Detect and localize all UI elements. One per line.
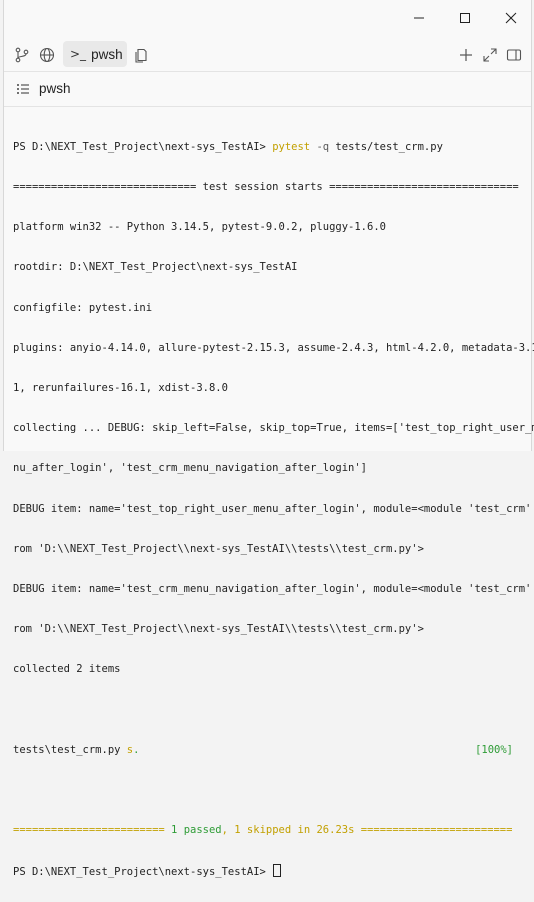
rootdir-line: rootdir: D:\NEXT_Test_Project\next-sys_T… xyxy=(13,261,298,274)
summary-sep: , xyxy=(221,824,235,837)
terminal-output[interactable]: PS D:\NEXT_Test_Project\next-sys_TestAI>… xyxy=(13,114,534,902)
summary-right: ======================== xyxy=(354,824,513,837)
copy-icon xyxy=(135,48,147,63)
debug-item-line-cont: rom 'D:\\NEXT_Test_Project\\next-sys_Tes… xyxy=(13,623,424,636)
minimize-icon xyxy=(414,17,424,19)
tab-pwsh[interactable]: >_ pwsh xyxy=(63,41,127,67)
globe-icon xyxy=(39,47,55,63)
debug-text: DEBUG: skip_left=False, skip_top=True, i… xyxy=(107,422,534,435)
text-cursor xyxy=(273,864,282,878)
minimize-button[interactable] xyxy=(396,0,442,36)
summary-line: ======================== 1 passed, 1 ski… xyxy=(13,824,525,837)
expand-icon xyxy=(483,48,497,62)
close-button[interactable] xyxy=(488,0,534,36)
command-flag: -q xyxy=(310,140,336,153)
result-line: tests\test_crm.py s. [100%] xyxy=(13,744,525,757)
maximize-button[interactable] xyxy=(442,0,488,36)
final-prompt-line[interactable]: PS D:\NEXT_Test_Project\next-sys_TestAI> xyxy=(13,864,525,879)
summary-passed: 1 passed xyxy=(171,824,222,837)
platform-line: platform win32 -- Python 3.14.5, pytest-… xyxy=(13,221,386,234)
command-arg: tests/test_crm.py xyxy=(335,140,443,153)
source-control-icon xyxy=(15,47,29,63)
plugins-line-cont: 1, rerunfailures-16.1, xdist-3.8.0 xyxy=(13,382,228,395)
command-line: PS D:\NEXT_Test_Project\next-sys_TestAI>… xyxy=(13,141,525,154)
plus-icon xyxy=(460,49,472,61)
new-terminal-button[interactable] xyxy=(454,43,478,67)
debug-line-cont: nu_after_login', 'test_crm_menu_navigati… xyxy=(13,462,368,475)
source-control-button[interactable] xyxy=(10,43,34,67)
summary-left: ======================== xyxy=(13,824,172,837)
plugins-line: plugins: anyio-4.14.0, allure-pytest-2.1… xyxy=(13,341,534,354)
debug-item-line-cont: rom 'D:\\NEXT_Test_Project\\next-sys_Tes… xyxy=(13,542,424,555)
expand-button[interactable] xyxy=(478,43,502,67)
configfile-line: configfile: pytest.ini xyxy=(13,301,153,314)
maximize-icon xyxy=(460,13,470,23)
result-percent: [100%] xyxy=(475,743,513,756)
summary-skipped: 1 skipped xyxy=(234,824,292,837)
sidebar-toggle-button[interactable] xyxy=(502,43,526,67)
sidebar-icon xyxy=(506,49,522,61)
tab-label: pwsh xyxy=(91,46,123,62)
final-prompt: PS D:\NEXT_Test_Project\next-sys_TestAI> xyxy=(13,866,273,879)
close-icon xyxy=(505,12,517,24)
web-button[interactable] xyxy=(35,43,59,67)
list-icon xyxy=(17,84,29,94)
terminal-window: >_ pwsh pwsh PS D:\NEXT_Test_Project\nex… xyxy=(3,0,534,878)
terminal-prompt-icon: >_ xyxy=(70,47,87,61)
collecting-label: collecting ... xyxy=(13,422,108,435)
panel-title: pwsh xyxy=(39,81,71,96)
ps-prompt: PS D:\NEXT_Test_Project\next-sys_TestAI> xyxy=(13,140,273,153)
toolbar-divider xyxy=(4,71,531,72)
panel-divider xyxy=(4,106,531,107)
title-bar xyxy=(4,0,531,36)
summary-time: in 26.23s xyxy=(291,824,355,837)
terminal-toolbar: >_ pwsh xyxy=(4,40,531,70)
panel-header: pwsh xyxy=(4,76,531,104)
debug-item-line: DEBUG item: name='test_top_right_user_me… xyxy=(13,502,534,515)
collected-line: collected 2 items xyxy=(13,663,121,676)
session-banner: ============================= test sessi… xyxy=(13,181,519,194)
command-name: pytest xyxy=(272,140,311,153)
result-file: tests\test_crm.py xyxy=(13,743,127,756)
copy-button[interactable] xyxy=(129,43,153,67)
result-pass: . xyxy=(133,743,140,756)
collecting-line: collecting ... DEBUG: skip_left=False, s… xyxy=(13,422,534,435)
debug-item-line: DEBUG item: name='test_crm_menu_navigati… xyxy=(13,583,534,596)
